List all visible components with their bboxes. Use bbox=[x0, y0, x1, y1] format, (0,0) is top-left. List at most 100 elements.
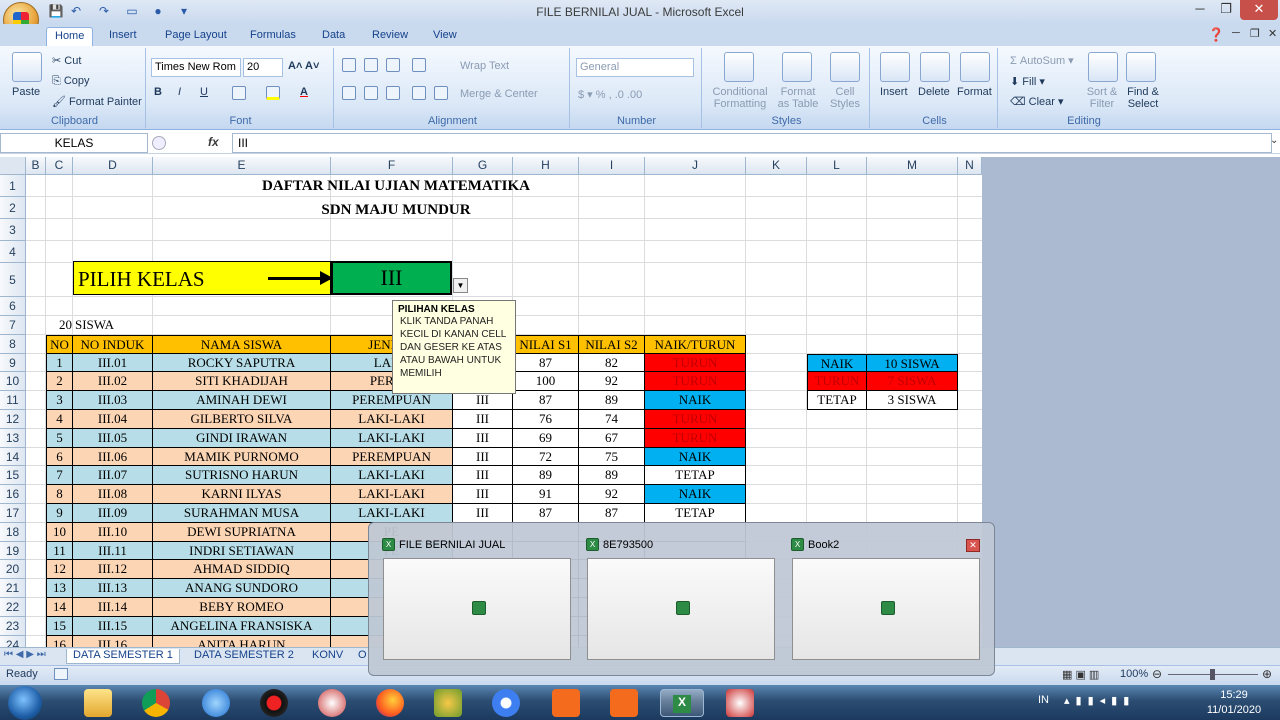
column-header[interactable]: D bbox=[73, 157, 153, 175]
redo-icon[interactable]: ↷ bbox=[96, 4, 112, 20]
quick-print-icon[interactable]: ▭ bbox=[124, 4, 140, 20]
table-cell[interactable]: 9 bbox=[46, 504, 73, 523]
table-cell[interactable]: III.07 bbox=[73, 466, 153, 486]
status-cell[interactable]: TETAP bbox=[645, 504, 746, 523]
format-table-icon[interactable] bbox=[782, 52, 812, 82]
row-header[interactable]: 5 bbox=[0, 263, 26, 297]
table-cell[interactable]: 13 bbox=[46, 579, 73, 598]
table-cell[interactable]: GILBERTO SILVA bbox=[153, 410, 331, 429]
table-cell[interactable]: MAMIK PURNOMO bbox=[153, 447, 331, 467]
table-cell[interactable]: 74 bbox=[579, 410, 645, 429]
column-header[interactable]: K bbox=[746, 157, 807, 175]
table-cell[interactable]: III bbox=[453, 428, 513, 448]
formula-input[interactable]: III bbox=[232, 133, 1272, 153]
table-cell[interactable]: III.10 bbox=[73, 522, 153, 542]
status-cell[interactable]: TURUN bbox=[645, 353, 746, 373]
align-center-icon[interactable] bbox=[364, 86, 378, 100]
sort-filter-icon[interactable] bbox=[1088, 52, 1118, 82]
table-cell[interactable]: III.14 bbox=[73, 598, 153, 617]
status-cell[interactable]: TURUN bbox=[645, 428, 746, 448]
excel-taskbar-icon[interactable]: X bbox=[660, 689, 704, 717]
table-cell[interactable]: SURAHMAN MUSA bbox=[153, 504, 331, 523]
increase-indent-icon[interactable] bbox=[434, 86, 448, 100]
table-cell[interactable]: 87 bbox=[513, 353, 579, 373]
cut-button[interactable]: ✂ Cut bbox=[52, 54, 81, 67]
recorder-icon[interactable] bbox=[260, 689, 288, 717]
insert-button[interactable]: Insert bbox=[880, 86, 908, 98]
row-header[interactable]: 23 bbox=[0, 616, 26, 636]
column-header[interactable]: I bbox=[579, 157, 645, 175]
table-cell[interactable]: LAKI-LAKI bbox=[331, 466, 453, 486]
table-cell[interactable]: 69 bbox=[513, 428, 579, 448]
conditional-formatting-button[interactable]: Conditional Formatting bbox=[710, 86, 770, 110]
zoom-in-icon[interactable]: ⊕ bbox=[1262, 667, 1272, 681]
number-format-select[interactable]: General bbox=[576, 58, 694, 77]
table-cell[interactable]: 75 bbox=[579, 447, 645, 467]
doc-restore-icon[interactable]: ❐ bbox=[1250, 27, 1260, 40]
column-header[interactable]: H bbox=[513, 157, 579, 175]
table-cell[interactable]: 87 bbox=[579, 504, 645, 523]
camera-icon[interactable] bbox=[610, 689, 638, 717]
minimize-button[interactable]: ─ bbox=[1186, 0, 1214, 20]
column-header[interactable]: G bbox=[453, 157, 513, 175]
cell-styles-button[interactable]: Cell Styles bbox=[826, 86, 864, 110]
format-painter-button[interactable]: 🖌 Format Painter bbox=[52, 95, 142, 108]
clock-date[interactable]: 11/01/2020 bbox=[1200, 704, 1268, 716]
table-cell[interactable]: 87 bbox=[513, 391, 579, 410]
sheet-tab-semester-2[interactable]: DATA SEMESTER 2 bbox=[188, 649, 300, 664]
row-header[interactable]: 24 bbox=[0, 635, 26, 647]
table-cell[interactable]: III.01 bbox=[73, 353, 153, 373]
wrap-text-button[interactable]: Wrap Text bbox=[460, 60, 509, 72]
table-cell[interactable]: III bbox=[453, 466, 513, 486]
zoom-level[interactable]: 100% bbox=[1120, 668, 1148, 680]
table-cell[interactable]: III.06 bbox=[73, 447, 153, 467]
italic-button[interactable]: I bbox=[178, 86, 181, 98]
conditional-formatting-icon[interactable] bbox=[724, 52, 754, 82]
table-cell[interactable]: III.09 bbox=[73, 504, 153, 523]
find-select-button[interactable]: Find & Select bbox=[1122, 86, 1164, 110]
insert-cells-icon[interactable] bbox=[880, 52, 910, 82]
align-middle-icon[interactable] bbox=[364, 58, 378, 72]
table-cell[interactable]: 12 bbox=[46, 560, 73, 580]
view-buttons-icon[interactable]: ▦ ▣ ▥ bbox=[1062, 668, 1099, 681]
row-header[interactable]: 21 bbox=[0, 579, 26, 598]
row-header[interactable]: 6 bbox=[0, 297, 26, 316]
row-header[interactable]: 16 bbox=[0, 485, 26, 504]
column-header[interactable]: F bbox=[331, 157, 453, 175]
clock-time[interactable]: 15:29 bbox=[1212, 689, 1256, 701]
formula-cancel-icon[interactable] bbox=[152, 136, 166, 150]
paste-button[interactable]: Paste bbox=[12, 86, 40, 98]
align-right-icon[interactable] bbox=[386, 86, 400, 100]
table-cell[interactable]: III.11 bbox=[73, 541, 153, 561]
sort-filter-button[interactable]: Sort & Filter bbox=[1084, 86, 1120, 110]
chrome-icon[interactable] bbox=[142, 689, 170, 717]
zoom-thumb[interactable] bbox=[1210, 669, 1215, 680]
table-cell[interactable]: PEREMPUAN bbox=[331, 447, 453, 467]
merge-center-button[interactable]: Merge & Center bbox=[460, 88, 538, 100]
format-table-button[interactable]: Format as Table bbox=[774, 86, 822, 110]
start-button[interactable] bbox=[8, 686, 42, 720]
table-cell[interactable]: III.13 bbox=[73, 579, 153, 598]
table-cell[interactable]: 91 bbox=[513, 485, 579, 504]
table-cell[interactable]: LAKI-LAKI bbox=[331, 504, 453, 523]
underline-button[interactable]: U bbox=[200, 86, 208, 98]
dropdown-arrow-icon[interactable]: ▼ bbox=[453, 278, 468, 293]
table-cell[interactable]: 87 bbox=[513, 504, 579, 523]
circle-icon[interactable]: ● bbox=[150, 4, 166, 20]
table-cell[interactable]: KARNI ILYAS bbox=[153, 485, 331, 504]
table-cell[interactable]: III.16 bbox=[73, 635, 153, 647]
table-cell[interactable]: 5 bbox=[46, 428, 73, 448]
copy-button[interactable]: ⎘ Copy bbox=[52, 75, 90, 88]
table-cell[interactable]: 67 bbox=[579, 428, 645, 448]
internet-explorer-icon[interactable] bbox=[202, 689, 230, 717]
expand-formula-icon[interactable]: ⌄ bbox=[1270, 135, 1278, 146]
row-header[interactable]: 2 bbox=[0, 197, 26, 219]
column-header[interactable]: M bbox=[867, 157, 958, 175]
doc-minimize-icon[interactable]: ─ bbox=[1232, 27, 1240, 39]
tab-formulas[interactable]: Formulas bbox=[242, 27, 304, 46]
firefox-icon[interactable] bbox=[376, 689, 404, 717]
table-cell[interactable]: 2 bbox=[46, 372, 73, 392]
preview-close-icon[interactable]: ✕ bbox=[966, 539, 980, 552]
fill-button[interactable]: ⬇ Fill ▾ bbox=[1010, 75, 1045, 88]
macro-record-icon[interactable] bbox=[54, 668, 68, 680]
